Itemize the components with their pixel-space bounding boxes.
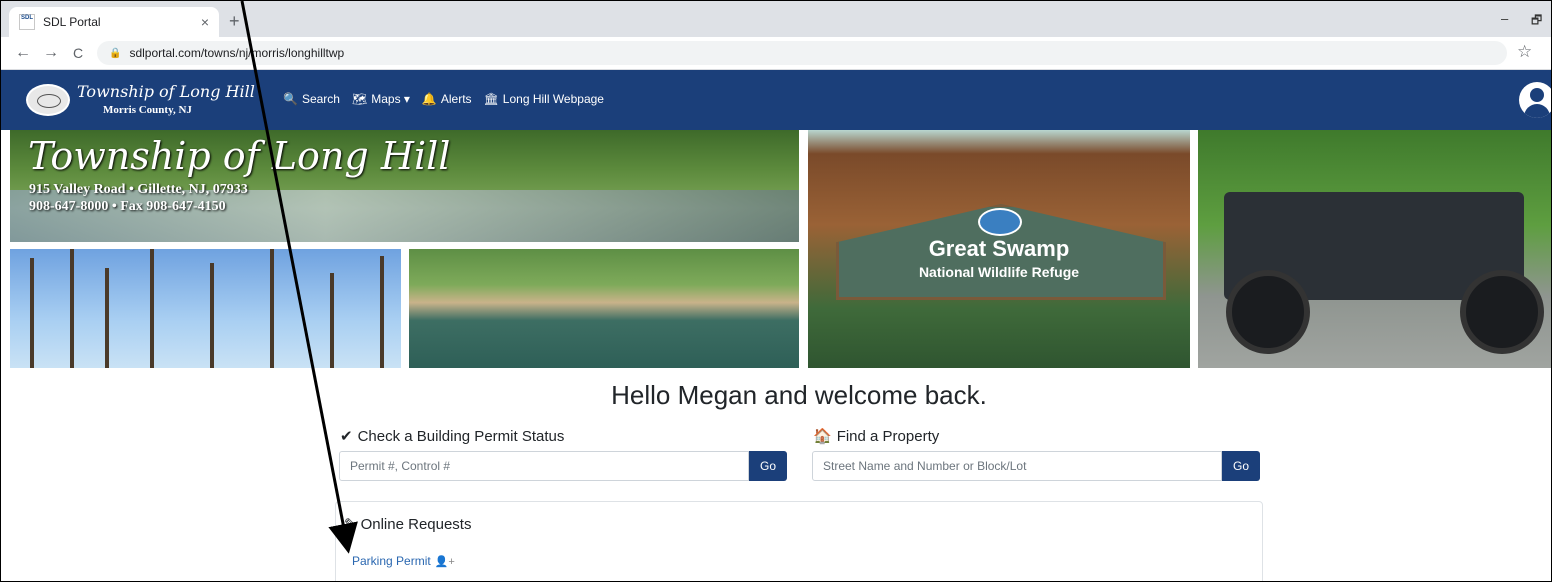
permit-status-label: ✔ Check a Building Permit Status bbox=[340, 427, 565, 446]
url-box[interactable]: 🔒 sdlportal.com/towns/nj/morris/longhill… bbox=[97, 41, 1507, 65]
property-go-button[interactable]: Go bbox=[1222, 451, 1260, 481]
banner-collage: Township of Long Hill 915 Valley Road • … bbox=[1, 130, 1551, 368]
nav-item-maps[interactable]: 🗺 Maps ▾ bbox=[352, 92, 410, 106]
nav-item-label: Maps ▾ bbox=[371, 92, 410, 106]
lock-icon: 🔒 bbox=[109, 47, 122, 59]
property-search-input[interactable] bbox=[812, 451, 1222, 481]
refuge-logo-icon bbox=[978, 208, 1022, 236]
brand-title[interactable]: Township of Long Hill bbox=[77, 82, 255, 101]
bookmark-star-icon[interactable]: ☆ bbox=[1517, 42, 1532, 62]
forward-icon[interactable]: → bbox=[43, 44, 59, 62]
check-icon: ✔ bbox=[340, 428, 353, 445]
nav-item-label: Search bbox=[301, 92, 340, 106]
reload-icon[interactable]: C bbox=[73, 44, 83, 62]
site-navbar: Township of Long Hill Morris County, NJ … bbox=[1, 70, 1551, 130]
nav-menu: 🔍 Search 🗺 Maps ▾ 🔔 Alerts 🏛 Long Hill W… bbox=[283, 92, 616, 106]
browser-tab[interactable]: SDL SDL Portal × bbox=[9, 7, 219, 37]
bell-icon: 🔔 bbox=[421, 92, 437, 106]
sign-line-2: National Wildlife Refuge bbox=[918, 264, 1080, 280]
banner-address: 915 Valley Road • Gillette, NJ, 07933 bbox=[29, 182, 248, 197]
nav-item-long-hill-webpage[interactable]: 🏛 Long Hill Webpage bbox=[484, 92, 604, 106]
lake-beach-photo bbox=[409, 249, 799, 368]
parking-permit-link[interactable]: Parking Permit 👤+ bbox=[352, 554, 455, 568]
permit-search-input[interactable] bbox=[339, 451, 749, 481]
banner-title: Township of Long Hill bbox=[28, 134, 451, 178]
minimize-icon[interactable]: – bbox=[1501, 11, 1508, 26]
welcome-greeting: Hello Megan and welcome back. bbox=[611, 380, 987, 410]
nav-item-alerts[interactable]: 🔔 Alerts bbox=[422, 92, 472, 106]
township-seal-icon[interactable] bbox=[26, 84, 70, 116]
address-bar: ← → C 🔒 sdlportal.com/towns/nj/morris/lo… bbox=[1, 37, 1551, 70]
back-icon[interactable]: ← bbox=[15, 44, 31, 62]
nav-item-label: Alerts bbox=[440, 92, 472, 106]
building-icon: 🏛 bbox=[483, 92, 499, 106]
humvee-photo bbox=[1198, 130, 1551, 368]
tab-title: SDL Portal bbox=[43, 15, 101, 29]
find-property-label: 🏠 Find a Property bbox=[813, 427, 940, 446]
banner-phone: 908-647-8000 • Fax 908-647-4150 bbox=[29, 199, 226, 214]
tab-close-icon[interactable]: × bbox=[201, 14, 209, 30]
user-account-icon[interactable] bbox=[1519, 82, 1551, 118]
nav-item-label: Long Hill Webpage bbox=[502, 92, 604, 106]
browser-window: SDL SDL Portal × + – 🗗 ← → C 🔒 sdlportal… bbox=[0, 0, 1552, 582]
search-icon: 🔍 bbox=[283, 92, 298, 106]
online-requests-title: ✎ Online Requests bbox=[344, 515, 472, 534]
nav-item-search[interactable]: 🔍 Search bbox=[283, 92, 340, 106]
great-swamp-sign-photo: Great Swamp National Wildlife Refuge bbox=[808, 130, 1190, 368]
online-requests-card: ✎ Online Requests Parking Permit 👤+ bbox=[335, 501, 1263, 581]
new-tab-icon[interactable]: + bbox=[229, 12, 240, 30]
brand-subtitle: Morris County, NJ bbox=[103, 104, 192, 116]
home-icon: 🏠 bbox=[813, 428, 832, 445]
favicon-icon: SDL bbox=[19, 14, 35, 30]
river-photo: Township of Long Hill 915 Valley Road • … bbox=[10, 130, 799, 242]
sign-line-1: Great Swamp bbox=[928, 236, 1070, 261]
restore-icon[interactable]: 🗗 bbox=[1531, 11, 1542, 32]
permit-go-button[interactable]: Go bbox=[749, 451, 787, 481]
trees-photo bbox=[10, 249, 401, 368]
url-text[interactable]: sdlportal.com/towns/nj/morris/longhilltw… bbox=[129, 46, 344, 60]
user-plus-icon: 👤+ bbox=[434, 555, 455, 568]
tab-bar: SDL SDL Portal × + – 🗗 bbox=[1, 1, 1551, 37]
map-icon: 🗺 bbox=[351, 92, 368, 106]
pencil-icon: ✎ bbox=[344, 516, 357, 533]
